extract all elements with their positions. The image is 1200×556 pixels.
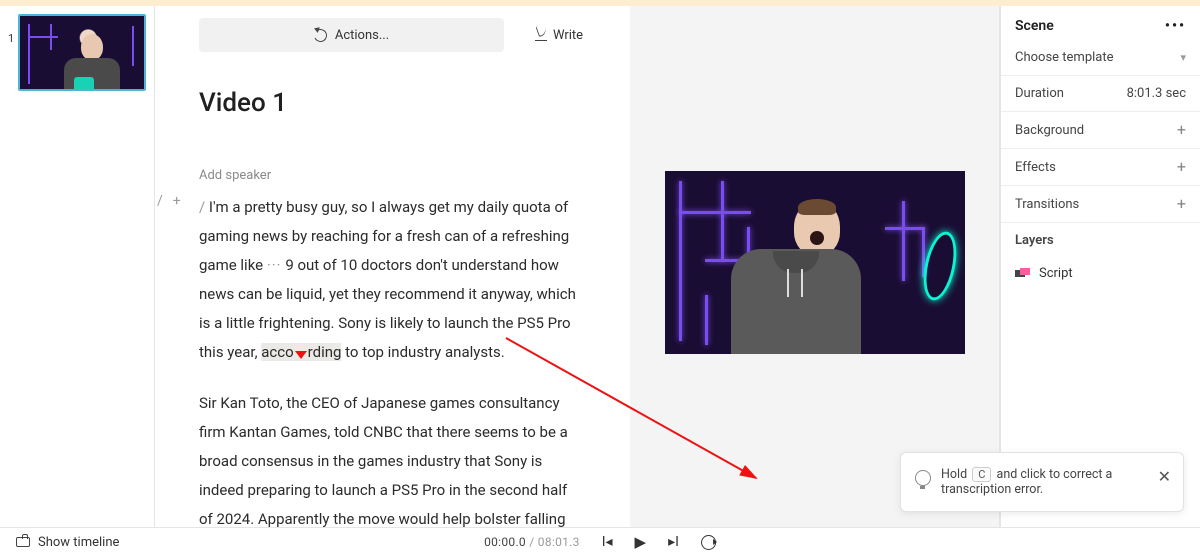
p1-highlight: according xyxy=(261,343,341,361)
transitions-row[interactable]: Transitions + xyxy=(1001,186,1200,223)
background-row[interactable]: Background + xyxy=(1001,112,1200,149)
loop-icon[interactable] xyxy=(701,535,716,550)
write-button[interactable]: Write xyxy=(518,18,600,52)
close-icon[interactable]: ✕ xyxy=(1158,467,1171,486)
scene-thumbnail[interactable] xyxy=(18,14,146,91)
show-timeline-label: Show timeline xyxy=(38,535,119,550)
time-display: 00:00.0 / 08:01.3 xyxy=(484,535,580,549)
pen-icon xyxy=(535,29,547,41)
bottom-bar: Show timeline 00:00.0 / 08:01.3 I◂ ▶ ▸I xyxy=(0,527,1200,556)
hint-toast: Hold C and click to correct a transcript… xyxy=(900,452,1184,512)
panel-header: Scene ••• xyxy=(1001,6,1200,40)
effects-row[interactable]: Effects + xyxy=(1001,149,1200,186)
scene-index: 1 xyxy=(8,32,14,45)
background-label: Background xyxy=(1015,123,1084,138)
transcript-paragraph-2[interactable]: Sir Kan Toto, the CEO of Japanese games … xyxy=(199,389,579,527)
editor-toolbar: Actions... Write xyxy=(199,18,600,52)
write-label: Write xyxy=(553,28,583,43)
skip-back-button[interactable]: I◂ xyxy=(602,534,613,550)
actions-label: Actions... xyxy=(335,28,389,43)
transitions-label: Transitions xyxy=(1015,197,1079,212)
plus-icon[interactable]: + xyxy=(1177,122,1186,138)
layer-script-label: Script xyxy=(1039,266,1073,281)
more-icon[interactable]: ••• xyxy=(1165,18,1186,34)
layers-header: Layers xyxy=(1001,223,1200,258)
paragraph-1-wrap: / + / I'm a pretty busy guy, so I always… xyxy=(199,193,600,367)
show-timeline-button[interactable]: Show timeline xyxy=(16,535,119,550)
hint-text: Hold C and click to correct a transcript… xyxy=(941,467,1145,497)
app-root: 1 Actions... xyxy=(0,6,1200,527)
cursor-marker-icon xyxy=(295,351,307,359)
choose-template-row[interactable]: Choose template ▾ xyxy=(1001,40,1200,76)
gutter-plus[interactable]: + xyxy=(173,193,181,209)
transcript-paragraph-1[interactable]: / I'm a pretty busy guy, so I always get… xyxy=(199,193,579,367)
actions-button[interactable]: Actions... xyxy=(199,18,504,52)
add-speaker-button[interactable]: Add speaker xyxy=(199,168,600,183)
timeline-icon xyxy=(16,537,30,547)
scene-rail: 1 xyxy=(0,6,155,527)
panel-title: Scene xyxy=(1015,18,1054,34)
plus-icon[interactable]: + xyxy=(1177,196,1186,212)
play-button[interactable]: ▶ xyxy=(635,533,647,551)
lightbulb-icon xyxy=(915,470,931,486)
duration-value: 8:01.3 sec xyxy=(1127,86,1186,101)
editor-panel: Actions... Write Video 1 Add speaker / +… xyxy=(155,6,630,527)
layers-label: Layers xyxy=(1015,233,1054,248)
preview-column xyxy=(630,6,1000,527)
gutter-slash[interactable]: / xyxy=(157,193,163,209)
p1-slash: / xyxy=(199,198,209,216)
key-c: C xyxy=(972,467,991,482)
template-label: Choose template xyxy=(1015,50,1114,65)
p1-ellipsis[interactable]: ··· xyxy=(267,256,282,274)
script-layer-icon xyxy=(1015,268,1031,280)
p1-c: to top industry analysts. xyxy=(341,343,504,361)
video-preview[interactable] xyxy=(665,171,965,354)
preview-person xyxy=(773,201,861,354)
effects-label: Effects xyxy=(1015,160,1056,175)
chevron-down-icon: ▾ xyxy=(1180,51,1186,64)
video-title[interactable]: Video 1 xyxy=(199,88,600,118)
plus-icon[interactable]: + xyxy=(1177,159,1186,175)
transport-controls: 00:00.0 / 08:01.3 I◂ ▶ ▸I xyxy=(484,533,716,551)
layer-script[interactable]: Script xyxy=(1001,258,1200,289)
scene-thumb-wrap[interactable]: 1 xyxy=(8,14,146,91)
duration-label: Duration xyxy=(1015,86,1064,101)
skip-forward-button[interactable]: ▸I xyxy=(668,534,679,550)
refresh-icon xyxy=(312,27,329,44)
properties-panel: Scene ••• Choose template ▾ Duration 8:0… xyxy=(1000,6,1200,527)
paragraph-gutter: / + xyxy=(157,193,181,209)
duration-row: Duration 8:01.3 sec xyxy=(1001,76,1200,112)
